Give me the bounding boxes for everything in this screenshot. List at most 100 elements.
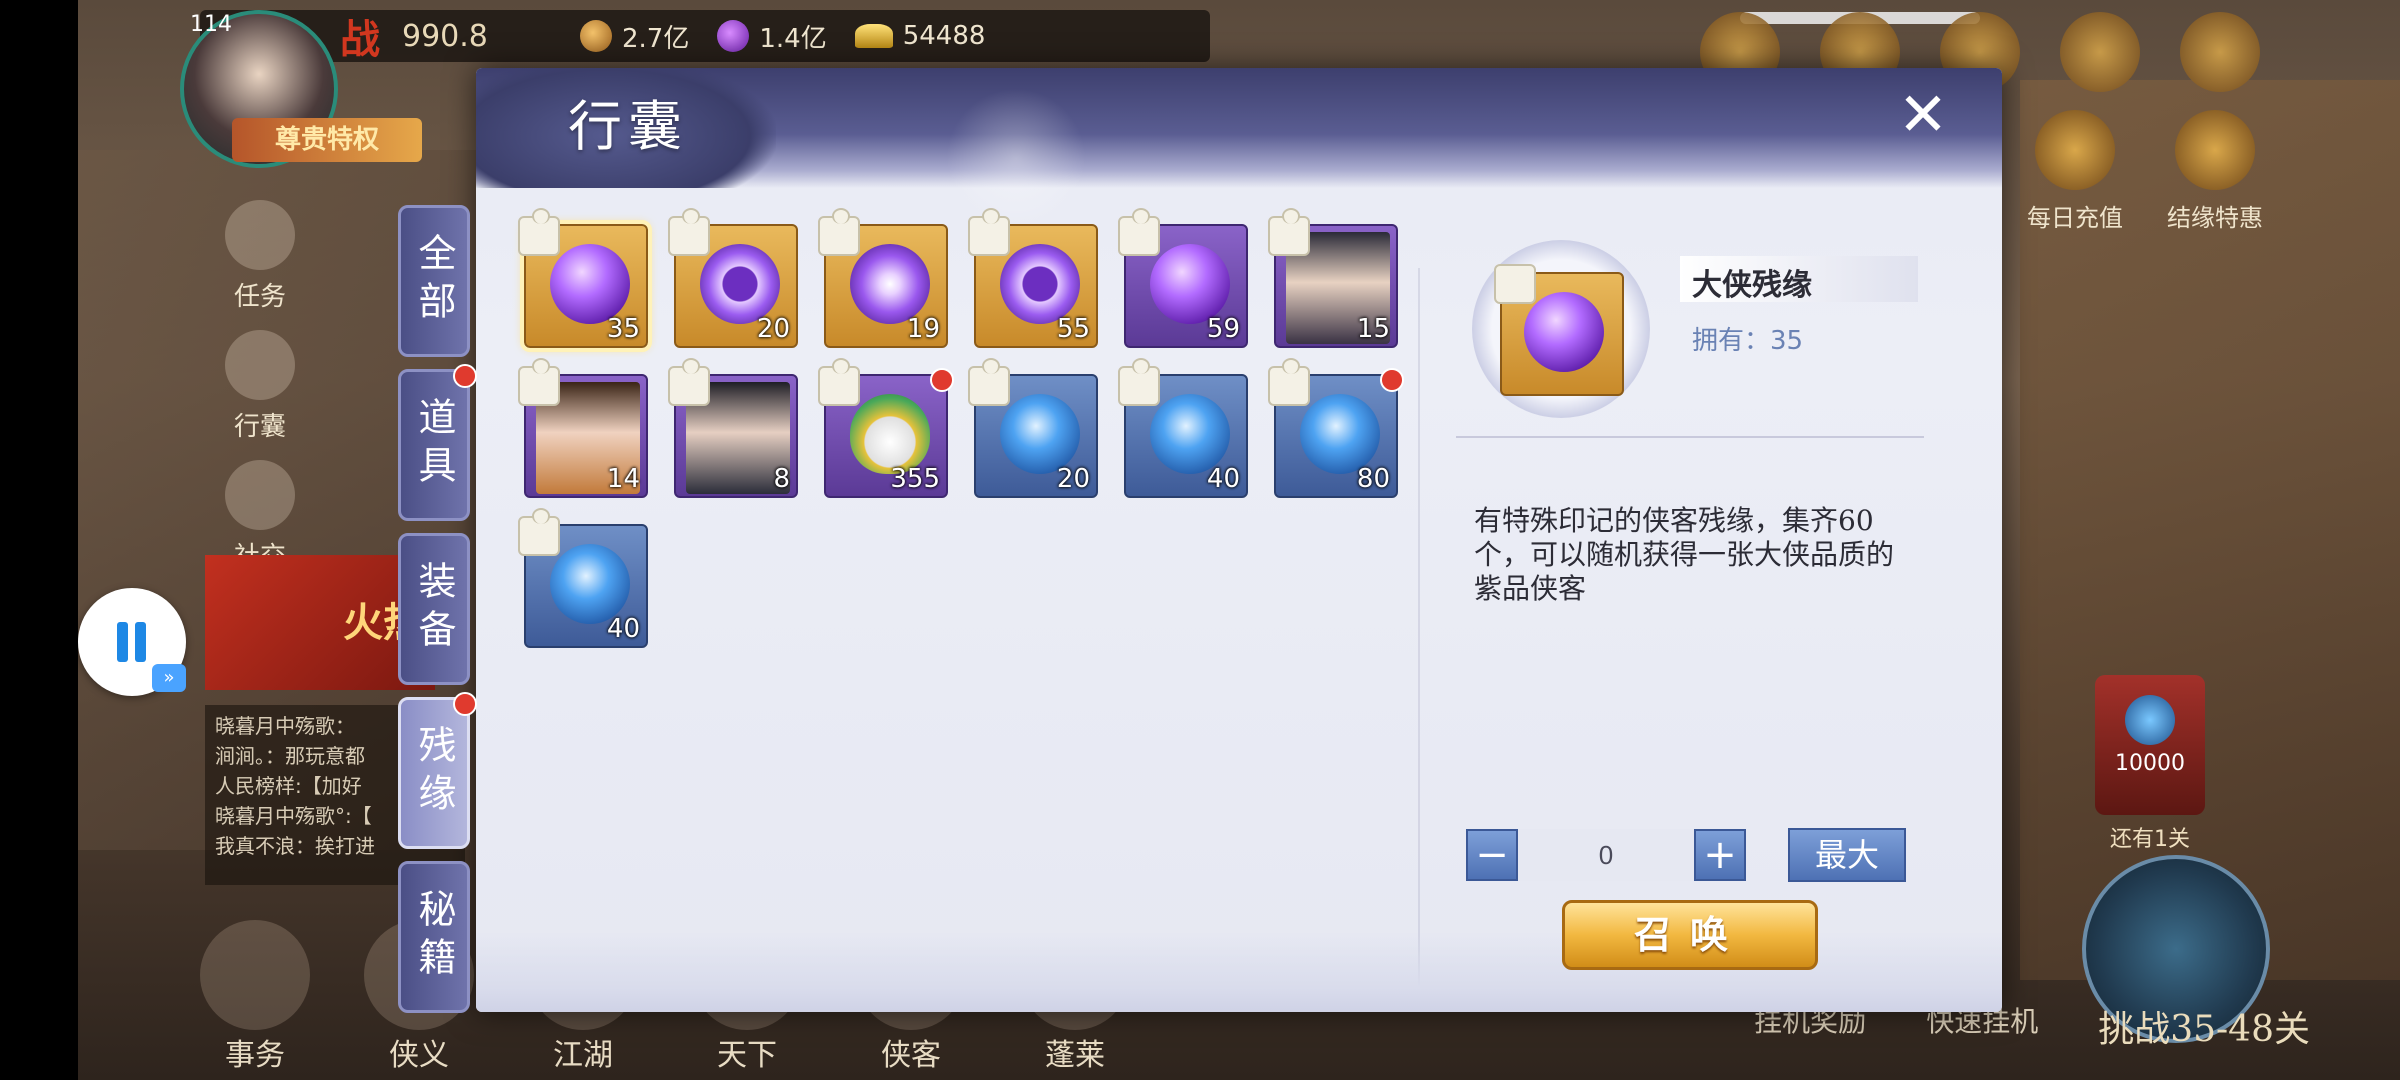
copper-amount: 2.7亿: [622, 23, 690, 54]
compass-icon[interactable]: [2180, 12, 2260, 92]
fast-forward-icon[interactable]: »: [152, 664, 186, 692]
ingot-resource[interactable]: 54488: [854, 21, 986, 51]
summon-button[interactable]: 召唤: [1562, 900, 1818, 970]
notification-dot: [930, 368, 954, 392]
bond-offer-button[interactable]: 结缘特惠: [2160, 110, 2270, 233]
social-button[interactable]: 社交: [210, 460, 310, 572]
pause-icon: [117, 622, 128, 662]
inventory-item[interactable]: 15: [1268, 208, 1398, 348]
affairs-icon: [200, 920, 310, 1030]
quantity-stepper: − + 最大: [1466, 828, 1906, 882]
ingot-amount: 54488: [902, 21, 986, 51]
sun-purple-icon: [850, 244, 930, 324]
inventory-item[interactable]: 14: [518, 358, 648, 498]
category-tabs: 全部道具 装备残缘秘籍: [398, 205, 477, 1013]
player-level: 114: [190, 12, 232, 37]
gold-ingot-icon: [854, 24, 893, 48]
item-count: 8: [773, 464, 790, 494]
tab-3[interactable]: 残缘: [398, 692, 477, 849]
detail-owned-count: 拥有：35: [1692, 326, 1804, 356]
purple-orb-icon: [1524, 292, 1604, 372]
increase-button[interactable]: +: [1694, 829, 1746, 881]
moon-ornament: [946, 88, 1086, 228]
nav-label: 事务: [225, 1038, 285, 1073]
item-count: 40: [1206, 464, 1240, 494]
ring-purple-icon: [700, 244, 780, 324]
inventory-item[interactable]: 19: [818, 208, 948, 348]
puzzle-piece-icon: [818, 358, 860, 406]
tab-label: 残缘: [412, 725, 456, 821]
egg-icon: [850, 394, 930, 474]
challenge-button[interactable]: 挑战35-48关: [2098, 1000, 2310, 1052]
detail-item-name: 大侠残缘: [1692, 268, 1812, 303]
tab-2[interactable]: 装备: [398, 533, 470, 685]
puzzle-piece-icon: [518, 358, 560, 406]
notification-dot: [1380, 368, 1404, 392]
ball-blue-icon: [1150, 394, 1230, 474]
item-grid: 35 20 19 55 59 15 14 8 355 20 40 80 40: [518, 208, 1404, 648]
inventory-item[interactable]: 55: [968, 208, 1098, 348]
inventory-item[interactable]: 20: [668, 208, 798, 348]
close-button[interactable]: ✕: [1890, 82, 1956, 148]
gem-resource[interactable]: 1.4亿: [717, 18, 827, 55]
puzzle-piece-icon: [968, 208, 1010, 256]
recharge-icon[interactable]: [2060, 12, 2140, 92]
bag-button[interactable]: 行囊: [210, 330, 310, 442]
nav-label: 蓬莱: [1045, 1038, 1105, 1073]
quest-button[interactable]: 任务: [210, 200, 310, 312]
reward-value: 10000: [2115, 751, 2185, 776]
item-count: 14: [606, 464, 640, 494]
inventory-item[interactable]: 80: [1268, 358, 1404, 498]
inventory-item[interactable]: 20: [968, 358, 1098, 498]
item-count: 20: [1056, 464, 1090, 494]
item-count: 355: [890, 464, 940, 494]
item-count: 40: [606, 614, 640, 644]
puzzle-piece-icon: [1494, 264, 1536, 304]
orb-purple-icon: [1150, 244, 1230, 324]
bag-label: 行囊: [233, 412, 286, 442]
power-label: 战: [340, 16, 380, 63]
copper-resource[interactable]: 2.7亿: [580, 18, 689, 55]
nav-affairs[interactable]: 事务: [190, 920, 320, 1074]
resource-bar: 战 990.8 2.7亿 1.4亿 54488: [200, 10, 1210, 63]
quest-icon: [225, 200, 295, 270]
nav-label: 侠客: [881, 1038, 941, 1073]
quantity-input[interactable]: [1518, 829, 1694, 881]
tab-4[interactable]: 秘籍: [398, 861, 470, 1013]
left-menu: 任务 行囊 社交: [210, 200, 310, 572]
daily-recharge-button[interactable]: 每日充值: [2020, 110, 2130, 233]
puzzle-piece-icon: [518, 508, 560, 556]
tab-0[interactable]: 全部: [398, 205, 470, 357]
modal-title: 行囊: [568, 95, 688, 158]
puzzle-piece-icon: [518, 208, 560, 256]
social-icon: [225, 460, 295, 530]
screen-recorder-pause-button[interactable]: »: [78, 588, 186, 696]
daily-recharge-icon: [2035, 110, 2115, 190]
vip-privilege-banner[interactable]: 尊贵特权: [232, 118, 422, 162]
max-button[interactable]: 最大: [1788, 828, 1906, 882]
daily-recharge-label: 每日充值: [2027, 204, 2123, 232]
tab-label: 全部: [412, 233, 456, 329]
gem-icon: [717, 20, 750, 52]
orb-purple-icon: [550, 244, 630, 324]
inventory-item[interactable]: 40: [1118, 358, 1248, 498]
puzzle-piece-icon: [1118, 358, 1160, 406]
puzzle-piece-icon: [818, 208, 860, 256]
tab-1[interactable]: 道具: [398, 364, 477, 521]
bag-icon: [225, 330, 295, 400]
decrease-button[interactable]: −: [1466, 829, 1518, 881]
ball-blue-icon: [550, 544, 630, 624]
bond-offer-label: 结缘特惠: [2167, 204, 2263, 232]
inventory-item[interactable]: 59: [1118, 208, 1248, 348]
puzzle-piece-icon: [968, 358, 1010, 406]
ring-purple-icon: [1000, 244, 1080, 324]
ball-blue-icon: [1000, 394, 1080, 474]
gem-amount: 1.4亿: [759, 23, 827, 54]
inventory-item[interactable]: 40: [518, 508, 648, 648]
inventory-item[interactable]: 35: [518, 208, 652, 352]
notification-dot: [453, 692, 477, 716]
stage-reward-chip[interactable]: 10000 还有1关: [2095, 675, 2205, 852]
inventory-item[interactable]: 355: [818, 358, 954, 498]
inventory-item[interactable]: 8: [668, 358, 798, 498]
power-value: 990.8: [402, 18, 488, 54]
